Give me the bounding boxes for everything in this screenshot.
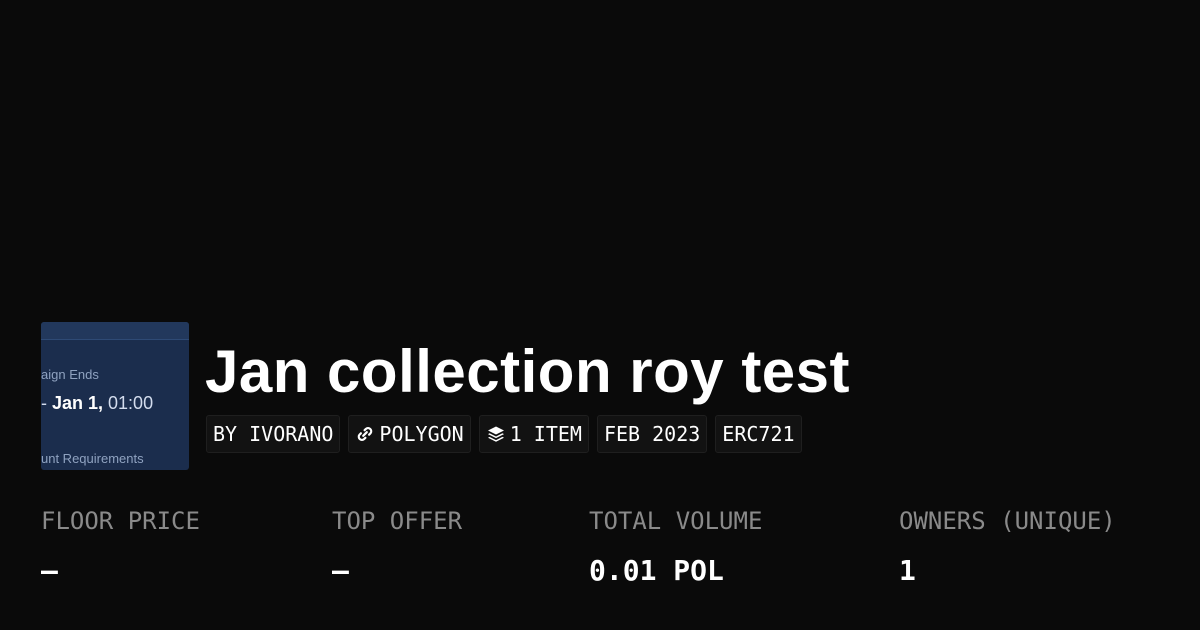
standard-tag: ERC721 (715, 415, 802, 453)
total-volume-label: TOTAL VOLUME (589, 507, 763, 535)
items-tag: 1 ITEM (478, 415, 589, 453)
top-offer-value: – (332, 554, 349, 587)
thumbnail-text-campaign: aign Ends (41, 367, 99, 382)
top-offer-label: TOP OFFER (332, 507, 463, 535)
floor-price-label: FLOOR PRICE (41, 507, 200, 535)
creator-tag-label: BY IVORANO (213, 422, 334, 446)
collection-tags: BY IVORANO POLYGON 1 ITEM FEB 2023 ERC72… (206, 415, 802, 453)
collection-thumbnail: aign Ends - Jan 1, 01:00 unt Requirement… (41, 322, 189, 470)
total-volume-stat: TOTAL VOLUME 0.01 POL (589, 505, 762, 587)
date-tag-label: FEB 2023 (603, 422, 701, 446)
owners-value: 1 (899, 554, 916, 587)
items-tag-label: 1 ITEM (509, 422, 582, 446)
thumbnail-text-requirements: unt Requirements (41, 451, 144, 466)
thumbnail-date-prefix: - (41, 393, 52, 413)
thumbnail-date-value: Jan 1, (52, 393, 104, 413)
chain-tag[interactable]: POLYGON (348, 415, 471, 453)
link-icon (355, 424, 375, 444)
collection-title: Jan collection roy test (205, 338, 851, 405)
standard-tag-label: ERC721 (722, 422, 795, 446)
thumbnail-text-date: - Jan 1, 01:00 (41, 393, 153, 414)
owners-stat: OWNERS (UNIQUE) 1 (899, 505, 1116, 587)
owners-label: OWNERS (UNIQUE) (899, 507, 1116, 535)
chain-tag-label: POLYGON (379, 422, 464, 446)
thumbnail-time-value: 01:00 (103, 393, 154, 413)
floor-price-stat: FLOOR PRICE – (41, 505, 200, 587)
total-volume-value: 0.01 POL (589, 554, 724, 587)
floor-price-value: – (41, 554, 58, 587)
thumbnail-header-bar (41, 322, 189, 340)
date-tag: FEB 2023 (596, 415, 708, 453)
top-offer-stat: TOP OFFER – (332, 505, 462, 587)
creator-tag[interactable]: BY IVORANO (206, 415, 341, 453)
layers-icon (486, 424, 506, 444)
